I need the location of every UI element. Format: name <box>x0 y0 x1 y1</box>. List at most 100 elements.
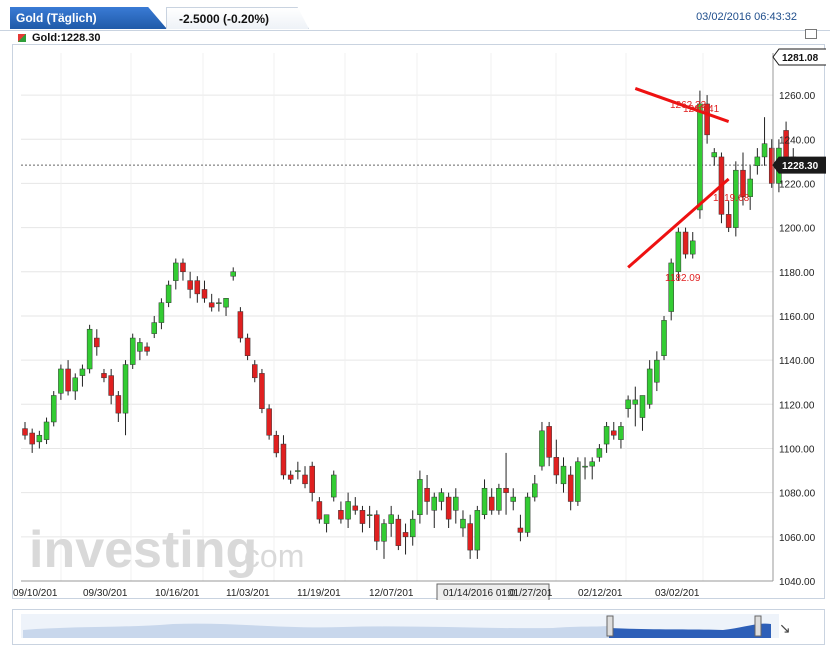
candle-body-up <box>524 496 531 533</box>
candle <box>129 333 136 369</box>
tab-bar: Gold (Täglich) -2.5000 (-0.20%) 03/02/20… <box>0 0 830 31</box>
candle-body-down <box>180 262 186 273</box>
x-tick-label: 09/10/201 <box>13 588 58 599</box>
candle-body-up <box>496 487 502 511</box>
candle-body-up <box>632 399 639 405</box>
candle-body-up <box>345 501 351 520</box>
y-tick-label: 1200.00 <box>779 224 816 235</box>
candle-body-up <box>474 510 481 551</box>
navigator-left-handle[interactable] <box>606 615 614 637</box>
y-tick-label: 1260.00 <box>779 91 816 102</box>
candle-body-up <box>582 465 588 468</box>
candle-body-down <box>567 474 574 502</box>
price-change-tab: -2.5000 (-0.20%) <box>166 7 309 29</box>
maximize-icon[interactable] <box>805 29 817 39</box>
candle-body-up <box>129 337 136 365</box>
candle <box>237 307 244 343</box>
candle-body-up <box>596 448 603 458</box>
candle-body-down <box>503 487 509 493</box>
candle-body-down <box>359 510 366 524</box>
y-tick-label: 1140.00 <box>779 356 815 367</box>
candle-body-up <box>165 284 172 303</box>
candle-body-up <box>668 262 674 312</box>
range-navigator[interactable]: ↘ <box>12 609 825 645</box>
candle-body-up <box>137 342 143 352</box>
candle-body-down <box>280 443 287 476</box>
candle-body-up <box>417 479 423 515</box>
candle <box>86 324 93 374</box>
candle-body-down <box>316 501 323 520</box>
candle-body-up <box>625 399 631 409</box>
navigator-overview[interactable]: ↘ <box>13 610 826 646</box>
candle-body-up <box>589 461 595 467</box>
candle-body-down <box>682 231 689 255</box>
candle-body-down <box>259 373 265 409</box>
navigator-collapse-icon[interactable]: ↘ <box>779 620 791 636</box>
watermark-brand: investing <box>29 521 257 579</box>
x-tick-label: 12/07/201 <box>369 588 414 599</box>
candle-body-up <box>295 470 301 472</box>
candle <box>524 492 531 537</box>
y-tick-label: 1040.00 <box>779 577 816 588</box>
candle-body-down <box>395 518 402 546</box>
candle-body-up <box>43 421 50 440</box>
candle-body-up <box>50 395 57 423</box>
y-tick-label: 1120.00 <box>779 400 815 411</box>
instrument-tab[interactable]: Gold (Täglich) <box>10 7 167 29</box>
price-chart[interactable]: investing .com 1262.231260.411219.681182… <box>13 45 828 603</box>
top-axis-tag-text: 1281.08 <box>782 53 819 64</box>
legend-label: Gold:1228.30 <box>32 32 101 44</box>
candle-body-down <box>309 465 315 493</box>
candle-body-up <box>532 483 538 498</box>
candle-body-down <box>252 364 258 379</box>
candle-body-down <box>488 496 495 511</box>
candle-body-up <box>158 302 165 323</box>
candle-body-up <box>560 465 567 485</box>
x-tick-label: 09/30/201 <box>83 588 128 599</box>
candle-body-up <box>79 368 86 376</box>
candle-body-up <box>654 359 660 383</box>
candle-body-down <box>244 337 251 356</box>
candle-body-down <box>725 214 732 228</box>
navigator-right-handle[interactable] <box>754 615 762 637</box>
candle-body-up <box>122 364 129 414</box>
candle <box>682 227 689 259</box>
candle-body-down <box>266 408 272 436</box>
x-tick-label: 11/03/201 <box>226 588 270 599</box>
candle-body-up <box>388 514 394 524</box>
candle-body-down <box>517 527 524 533</box>
annotation-label: 1219.68 <box>713 193 750 204</box>
candle-body-up <box>754 156 761 167</box>
plot-background <box>21 53 773 581</box>
candle-body-up <box>216 302 222 304</box>
candle-body-up <box>646 368 653 405</box>
candle-body-up <box>603 426 610 445</box>
candle-body-down <box>546 426 552 458</box>
candle-body-up <box>675 231 682 273</box>
x-tick-label: 10/16/201 <box>155 588 200 599</box>
candle-body-down <box>208 302 215 308</box>
top-axis-tag: 1281.08 <box>772 48 828 66</box>
chart-area[interactable]: investing .com 1262.23 1260.41 1219.68 1182… <box>12 44 828 603</box>
candle-body-up <box>460 518 466 529</box>
candle-body-up <box>618 426 624 440</box>
candle-body-down <box>115 395 122 414</box>
x-tick-label: 11/19/201 <box>297 588 341 599</box>
y-tick-label: 1220.00 <box>779 179 816 190</box>
candle-body-down <box>108 375 114 396</box>
candle-body-up <box>575 461 581 502</box>
candle <box>496 483 502 515</box>
candle-body-up <box>453 496 459 511</box>
watermark-suffix: .com <box>235 538 304 574</box>
candle-body-up <box>661 320 667 356</box>
candle-body-up <box>230 271 236 277</box>
candle-body-up <box>539 430 545 467</box>
annotation-label: 1182.09 <box>665 273 701 284</box>
candle-body-up <box>58 368 64 394</box>
candle-body-up <box>381 523 387 542</box>
candle <box>330 470 337 502</box>
candle-body-up <box>223 298 229 308</box>
candle-body-up <box>323 514 330 524</box>
candle-body-down <box>201 289 208 299</box>
candle-body-up <box>36 434 43 443</box>
